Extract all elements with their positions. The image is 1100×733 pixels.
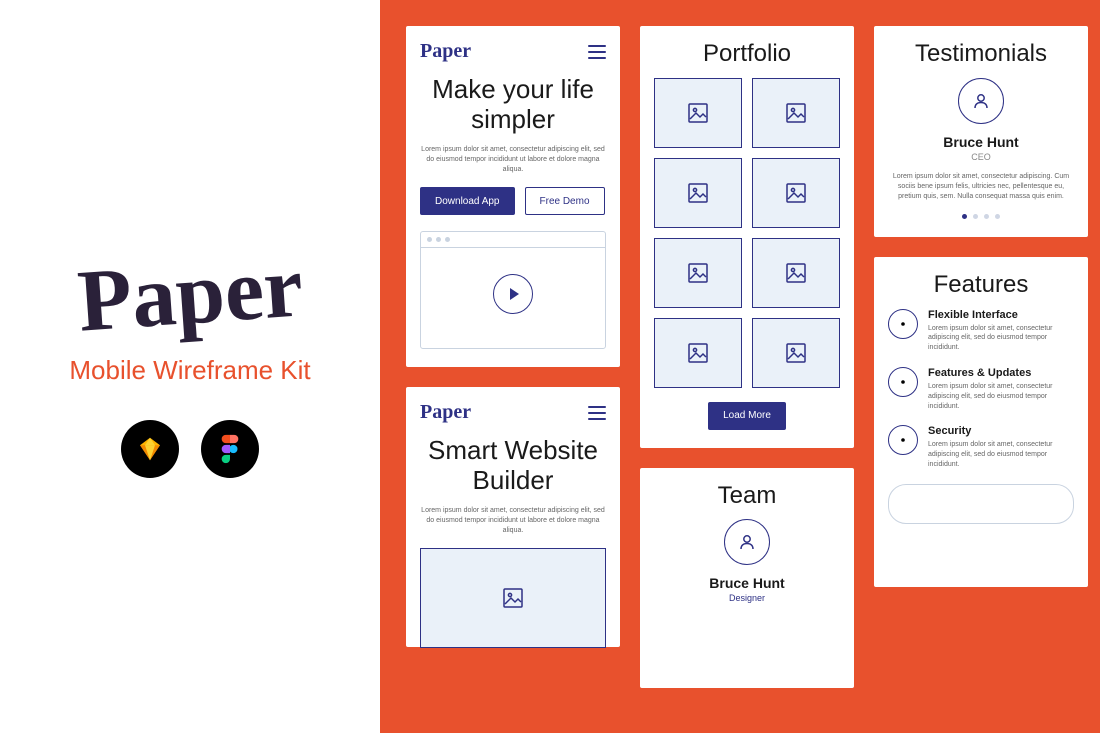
menu-icon[interactable] xyxy=(588,406,606,420)
left-panel: Paper Mobile Wireframe Kit xyxy=(0,0,380,733)
video-window xyxy=(420,231,606,349)
feature-item: Features & Updates Lorem ipsum dolor sit … xyxy=(888,367,1074,411)
feature-item: Security Lorem ipsum dolor sit amet, cons… xyxy=(888,425,1074,469)
pager-dots[interactable] xyxy=(888,214,1074,219)
testimonial-name: Bruce Hunt xyxy=(888,134,1074,150)
download-button[interactable]: Download App xyxy=(420,187,515,215)
tool-badges xyxy=(121,420,259,478)
feature-text: Lorem ipsum dolor sit amet, consectetur … xyxy=(928,440,1074,469)
features-title: Features xyxy=(888,271,1074,299)
device-outline xyxy=(888,484,1074,524)
feature-item: Flexible Interface Lorem ipsum dolor sit … xyxy=(888,309,1074,353)
preview-area: Paper Make your life simpler Lorem ipsum… xyxy=(380,0,1100,733)
brand-logo: Paper xyxy=(75,248,305,343)
image-placeholder[interactable] xyxy=(654,318,742,388)
portfolio-card: Portfolio Load More xyxy=(640,26,854,448)
feature-text: Lorem ipsum dolor sit amet, consectetur … xyxy=(928,324,1074,353)
feature-icon xyxy=(888,309,918,339)
team-card: Team Bruce Hunt Designer xyxy=(640,468,854,688)
image-placeholder[interactable] xyxy=(654,78,742,148)
portfolio-title: Portfolio xyxy=(654,40,840,68)
avatar-placeholder xyxy=(958,78,1004,124)
feature-head: Security xyxy=(928,425,1074,437)
feature-icon xyxy=(888,425,918,455)
image-placeholder xyxy=(420,548,606,648)
image-placeholder[interactable] xyxy=(752,158,840,228)
hero-lorem: Lorem ipsum dolor sit amet, consectetur … xyxy=(420,145,606,175)
smart-card: Paper Smart Website Builder Lorem ipsum … xyxy=(406,387,620,647)
features-card: Features Flexible Interface Lorem ipsum d… xyxy=(874,257,1088,587)
feature-head: Flexible Interface xyxy=(928,309,1074,321)
mini-logo: Paper xyxy=(420,40,471,63)
feature-head: Features & Updates xyxy=(928,367,1074,379)
hero-title: Make your life simpler xyxy=(420,75,606,135)
image-placeholder[interactable] xyxy=(752,78,840,148)
feature-text: Lorem ipsum dolor sit amet, consectetur … xyxy=(928,382,1074,411)
testimonial-role: CEO xyxy=(888,152,1074,162)
team-name: Bruce Hunt xyxy=(654,575,840,591)
sketch-icon xyxy=(135,434,165,464)
hero-card: Paper Make your life simpler Lorem ipsum… xyxy=(406,26,620,367)
menu-icon[interactable] xyxy=(588,45,606,59)
brand-subtitle: Mobile Wireframe Kit xyxy=(69,355,310,386)
play-icon[interactable] xyxy=(493,274,533,314)
image-placeholder[interactable] xyxy=(752,238,840,308)
load-more-button[interactable]: Load More xyxy=(708,402,786,430)
demo-button[interactable]: Free Demo xyxy=(525,187,605,215)
portfolio-grid xyxy=(654,78,840,388)
image-placeholder[interactable] xyxy=(654,238,742,308)
testimonial-title: Testimonials xyxy=(888,40,1074,68)
figma-badge xyxy=(201,420,259,478)
sketch-badge xyxy=(121,420,179,478)
image-placeholder[interactable] xyxy=(752,318,840,388)
team-role: Designer xyxy=(654,593,840,603)
figma-icon xyxy=(218,434,242,464)
avatar-placeholder xyxy=(724,519,770,565)
smart-lorem: Lorem ipsum dolor sit amet, consectetur … xyxy=(420,506,606,536)
feature-icon xyxy=(888,367,918,397)
mini-logo: Paper xyxy=(420,401,471,424)
image-placeholder[interactable] xyxy=(654,158,742,228)
testimonial-body: Lorem ipsum dolor sit amet, consectetur … xyxy=(888,172,1074,202)
testimonial-card: Testimonials Bruce Hunt CEO Lorem ipsum … xyxy=(874,26,1088,237)
team-title: Team xyxy=(654,482,840,510)
smart-title: Smart Website Builder xyxy=(420,436,606,496)
